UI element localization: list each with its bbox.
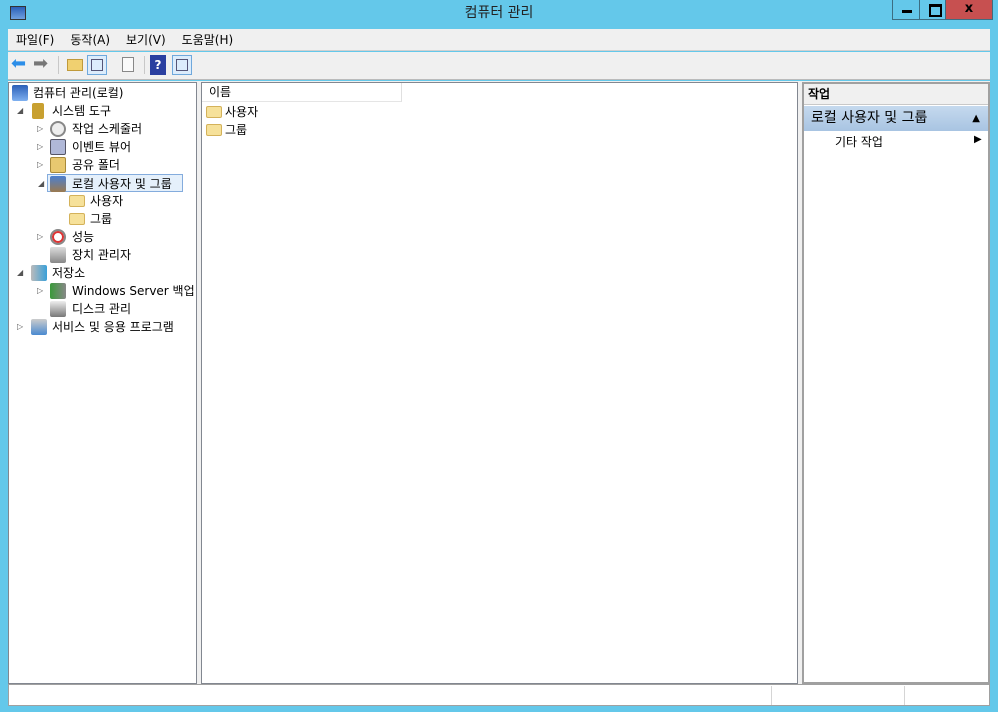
close-button[interactable]: x — [945, 0, 993, 20]
maximize-button[interactable] — [919, 0, 946, 20]
collapse-up-icon[interactable]: ▲ — [972, 106, 980, 131]
tree-node-event-viewer[interactable]: ▷ 이벤트 뷰어 — [37, 138, 197, 156]
status-divider — [771, 686, 772, 705]
tree-node-system-tools[interactable]: ◢ 시스템 도구 — [17, 102, 197, 120]
performance-icon — [50, 229, 66, 245]
computer-management-icon — [12, 85, 28, 101]
backup-icon — [50, 283, 66, 299]
collapsed-arrow-icon[interactable]: ▷ — [37, 138, 45, 156]
expanded-arrow-icon[interactable]: ◢ — [17, 264, 25, 282]
list-item[interactable]: 사용자 — [206, 103, 306, 121]
export-list-icon[interactable] — [118, 55, 138, 75]
show-hide-action-pane-icon[interactable] — [172, 55, 192, 75]
forward-icon[interactable]: ➡ — [33, 55, 53, 75]
collapsed-arrow-icon[interactable]: ▷ — [17, 318, 25, 336]
main-area: 컴퓨터 관리(로컬) ◢ 시스템 도구 ▷ 작업 스케줄러 ▷ 이벤트 뷰어 ▷ 공유 … — [8, 81, 990, 684]
menu-file[interactable]: 파일(F) — [8, 29, 62, 51]
menu-bar: 파일(F) 동작(A) 보기(V) 도움말(H) — [8, 29, 990, 51]
expanded-arrow-icon[interactable]: ◢ — [38, 175, 46, 193]
back-icon[interactable]: ⬅ — [11, 55, 31, 75]
tree-node-storage[interactable]: ◢ 저장소 — [17, 264, 197, 282]
tree-node-performance[interactable]: ▷ 성능 — [37, 228, 197, 246]
tree-node-task-scheduler[interactable]: ▷ 작업 스케줄러 — [37, 120, 197, 138]
action-pane-header: 작업 — [804, 84, 988, 105]
title-bar: 컴퓨터 관리 — [0, 0, 998, 29]
folder-icon — [206, 106, 222, 118]
tree-node-device-manager[interactable]: 장치 관리자 — [37, 246, 197, 264]
status-divider — [904, 686, 905, 705]
tree-node-computer-management[interactable]: 컴퓨터 관리(로컬) — [11, 84, 191, 102]
app-icon — [10, 6, 26, 20]
menu-help[interactable]: 도움말(H) — [174, 29, 242, 51]
window-title: 컴퓨터 관리 — [464, 5, 534, 21]
device-manager-icon — [50, 247, 66, 263]
event-viewer-icon — [50, 139, 66, 155]
column-header-name[interactable]: 이름 — [202, 83, 402, 102]
collapsed-arrow-icon[interactable]: ▷ — [37, 120, 45, 138]
collapsed-arrow-icon[interactable]: ▷ — [37, 228, 45, 246]
collapsed-arrow-icon[interactable]: ▷ — [37, 282, 45, 300]
clock-icon — [50, 121, 66, 137]
more-actions-item[interactable]: 기타 작업 — [835, 134, 883, 150]
services-icon — [31, 319, 47, 335]
expanded-arrow-icon[interactable]: ◢ — [17, 102, 25, 120]
toolbar-separator — [58, 56, 59, 74]
result-list: 이름 사용자 그룹 — [201, 82, 798, 684]
action-section-header[interactable]: 로컬 사용자 및 그룹 ▲ — [804, 106, 988, 131]
folder-icon — [69, 195, 85, 207]
toolbar: ⬅ ➡ ? — [8, 52, 990, 80]
tree-node-shared-folders[interactable]: ▷ 공유 폴더 — [37, 156, 197, 174]
menu-view[interactable]: 보기(V) — [118, 29, 174, 51]
submenu-arrow-icon: ▶ — [974, 134, 982, 145]
show-hide-tree-icon[interactable] — [87, 55, 107, 75]
folder-icon — [69, 213, 85, 225]
collapsed-arrow-icon[interactable]: ▷ — [37, 156, 45, 174]
tree-node-disk-management[interactable]: 디스크 관리 — [37, 300, 197, 318]
minimize-button[interactable] — [892, 0, 920, 20]
storage-icon — [31, 265, 47, 281]
disk-icon — [50, 301, 66, 317]
up-folder-icon[interactable] — [65, 55, 85, 75]
tree-node-services-applications[interactable]: ▷ 서비스 및 응용 프로그램 — [17, 318, 197, 336]
status-bar — [8, 684, 990, 706]
tree-node-users[interactable]: 사용자 — [69, 192, 169, 210]
system-tools-icon — [32, 103, 44, 119]
tree-node-local-users-groups[interactable]: ◢ 로컬 사용자 및 그룹 — [38, 174, 183, 192]
action-pane: 작업 로컬 사용자 및 그룹 ▲ 기타 작업 ▶ — [802, 82, 990, 684]
users-groups-icon — [50, 176, 66, 192]
tree-node-windows-server-backup[interactable]: ▷ Windows Server 백업 — [37, 282, 197, 300]
menu-action[interactable]: 동작(A) — [62, 29, 118, 51]
console-tree: 컴퓨터 관리(로컬) ◢ 시스템 도구 ▷ 작업 스케줄러 ▷ 이벤트 뷰어 ▷ 공유 … — [8, 82, 197, 684]
help-icon[interactable]: ? — [150, 55, 166, 75]
list-item[interactable]: 그룹 — [206, 121, 306, 139]
folder-icon — [206, 124, 222, 136]
toolbar-separator — [144, 56, 145, 74]
tree-node-groups[interactable]: 그룹 — [69, 210, 169, 228]
shared-folder-icon — [50, 157, 66, 173]
